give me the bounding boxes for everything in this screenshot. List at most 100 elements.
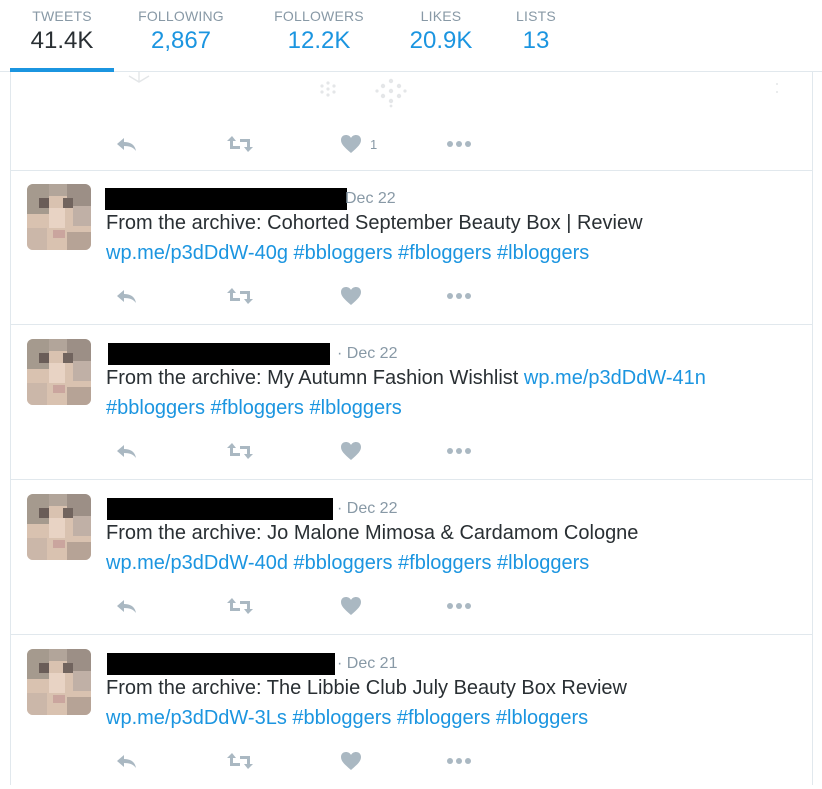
stat-label: LIKES (420, 8, 462, 24)
hashtag-link[interactable]: #fbloggers (398, 242, 491, 264)
reply-icon (117, 138, 136, 151)
hashtag-link[interactable]: #lbloggers (496, 707, 588, 729)
stat-value: 12.2K (287, 27, 351, 54)
tweet-link[interactable]: wp.me/p3dDdW-40d (106, 552, 288, 574)
tweet-body: From the archive: My Autumn Fashion Wish… (106, 367, 519, 389)
avatar[interactable] (27, 649, 91, 715)
tweet-media-image[interactable] (11, 72, 812, 110)
retweet-icon (227, 598, 253, 614)
hashtag-link[interactable]: #bbloggers (294, 552, 393, 574)
heart-icon (341, 135, 361, 153)
tweet-actions: 1 (106, 132, 506, 156)
tweet[interactable]: · Dec 22 From the archive: My Autumn Fas… (11, 325, 812, 480)
timestamp-text: Dec 22 (346, 500, 398, 517)
stat-value: 13 (522, 27, 550, 54)
tweet-link[interactable]: wp.me/p3dDdW-41n (524, 367, 706, 389)
tweet-text: From the archive: Cohorted September Bea… (106, 208, 796, 268)
more-icon (447, 758, 471, 764)
stat-lists[interactable]: LISTS 13 (508, 6, 564, 72)
tweet[interactable]: Dec 22 From the archive: Cohorted Septem… (11, 170, 812, 325)
hashtag-link[interactable]: #lbloggers (497, 552, 589, 574)
avatar[interactable] (27, 339, 91, 405)
retweet-button[interactable] (226, 594, 254, 618)
hashtag-link[interactable]: #lbloggers (310, 397, 402, 419)
tweet-body: From the archive: The Libbie Club July B… (106, 677, 627, 699)
tweet-text: From the archive: Jo Malone Mimosa & Car… (106, 518, 796, 578)
stat-label: LISTS (516, 8, 556, 24)
stat-value: 41.4K (30, 27, 94, 54)
reply-icon (117, 290, 136, 303)
retweet-icon (227, 443, 253, 459)
stat-label: TWEETS (32, 8, 92, 24)
avatar[interactable] (27, 494, 91, 560)
timestamp-text: Dec 21 (346, 655, 398, 672)
tweet[interactable]: · Dec 22 From the archive: Jo Malone Mim… (11, 480, 812, 635)
redacted-username (107, 653, 335, 675)
more-button[interactable] (446, 284, 472, 308)
tweet-actions (106, 594, 506, 618)
like-button[interactable]: 1 (340, 132, 377, 156)
like-button[interactable] (340, 284, 362, 308)
reply-icon (117, 600, 136, 613)
tweet-timeline: 1 Dec 22 From the archive: Cohorted Sept… (10, 72, 813, 785)
heart-icon (341, 442, 361, 460)
redacted-username (107, 498, 333, 520)
tweet-link[interactable]: wp.me/p3dDdW-3Ls (106, 707, 287, 729)
tweet-link[interactable]: wp.me/p3dDdW-40g (106, 242, 288, 264)
reply-button[interactable] (114, 439, 138, 463)
redacted-username (108, 343, 330, 365)
more-button[interactable] (446, 439, 472, 463)
tweet-body: From the archive: Jo Malone Mimosa & Car… (106, 522, 639, 544)
heart-icon (341, 287, 361, 305)
timestamp-text: Dec 22 (345, 190, 396, 207)
avatar[interactable] (27, 184, 91, 250)
retweet-icon (227, 288, 253, 304)
hashtag-link[interactable]: #fbloggers (398, 552, 491, 574)
stat-followers[interactable]: FOLLOWERS 12.2K (262, 6, 376, 72)
retweet-icon (227, 753, 253, 769)
stat-label: FOLLOWING (138, 8, 224, 24)
retweet-button[interactable] (226, 439, 254, 463)
hashtag-link[interactable]: #bbloggers (294, 242, 393, 264)
more-icon (447, 293, 471, 299)
more-button[interactable] (446, 594, 472, 618)
hashtag-link[interactable]: #bbloggers (106, 397, 205, 419)
stat-likes[interactable]: LIKES 20.9K (404, 6, 478, 72)
stat-following[interactable]: FOLLOWING 2,867 (126, 6, 236, 72)
heart-icon (341, 752, 361, 770)
tweet-body: From the archive: Cohorted September Bea… (106, 212, 643, 234)
like-button[interactable] (340, 439, 362, 463)
tweet-actions (106, 284, 506, 308)
retweet-button[interactable] (226, 284, 254, 308)
reply-button[interactable] (114, 749, 138, 773)
reply-icon (117, 445, 136, 458)
reply-button[interactable] (114, 132, 138, 156)
tweet-actions (106, 749, 506, 773)
tweet-text: From the archive: The Libbie Club July B… (106, 673, 796, 733)
tweet-text: From the archive: My Autumn Fashion Wish… (106, 363, 796, 423)
tweet-actions (106, 439, 506, 463)
more-icon (447, 141, 471, 147)
profile-stats-bar: TWEETS 41.4K FOLLOWING 2,867 FOLLOWERS 1… (0, 0, 822, 72)
stat-value: 2,867 (150, 27, 212, 54)
heart-icon (341, 597, 361, 615)
more-button[interactable] (446, 132, 472, 156)
reply-icon (117, 755, 136, 768)
like-button[interactable] (340, 749, 362, 773)
tweet[interactable]: · Dec 21 From the archive: The Libbie Cl… (11, 635, 812, 789)
reply-button[interactable] (114, 594, 138, 618)
like-button[interactable] (340, 594, 362, 618)
reply-button[interactable] (114, 284, 138, 308)
hashtag-link[interactable]: #lbloggers (497, 242, 589, 264)
retweet-icon (227, 136, 253, 152)
retweet-button[interactable] (226, 749, 254, 773)
tweet-partial: 1 (11, 72, 812, 171)
stat-label: FOLLOWERS (274, 8, 364, 24)
retweet-button[interactable] (226, 132, 254, 156)
timestamp-text: Dec 22 (346, 345, 398, 362)
hashtag-link[interactable]: #bbloggers (292, 707, 391, 729)
hashtag-link[interactable]: #fbloggers (211, 397, 304, 419)
stat-tweets[interactable]: TWEETS 41.4K (10, 6, 114, 72)
more-button[interactable] (446, 749, 472, 773)
hashtag-link[interactable]: #fbloggers (397, 707, 490, 729)
